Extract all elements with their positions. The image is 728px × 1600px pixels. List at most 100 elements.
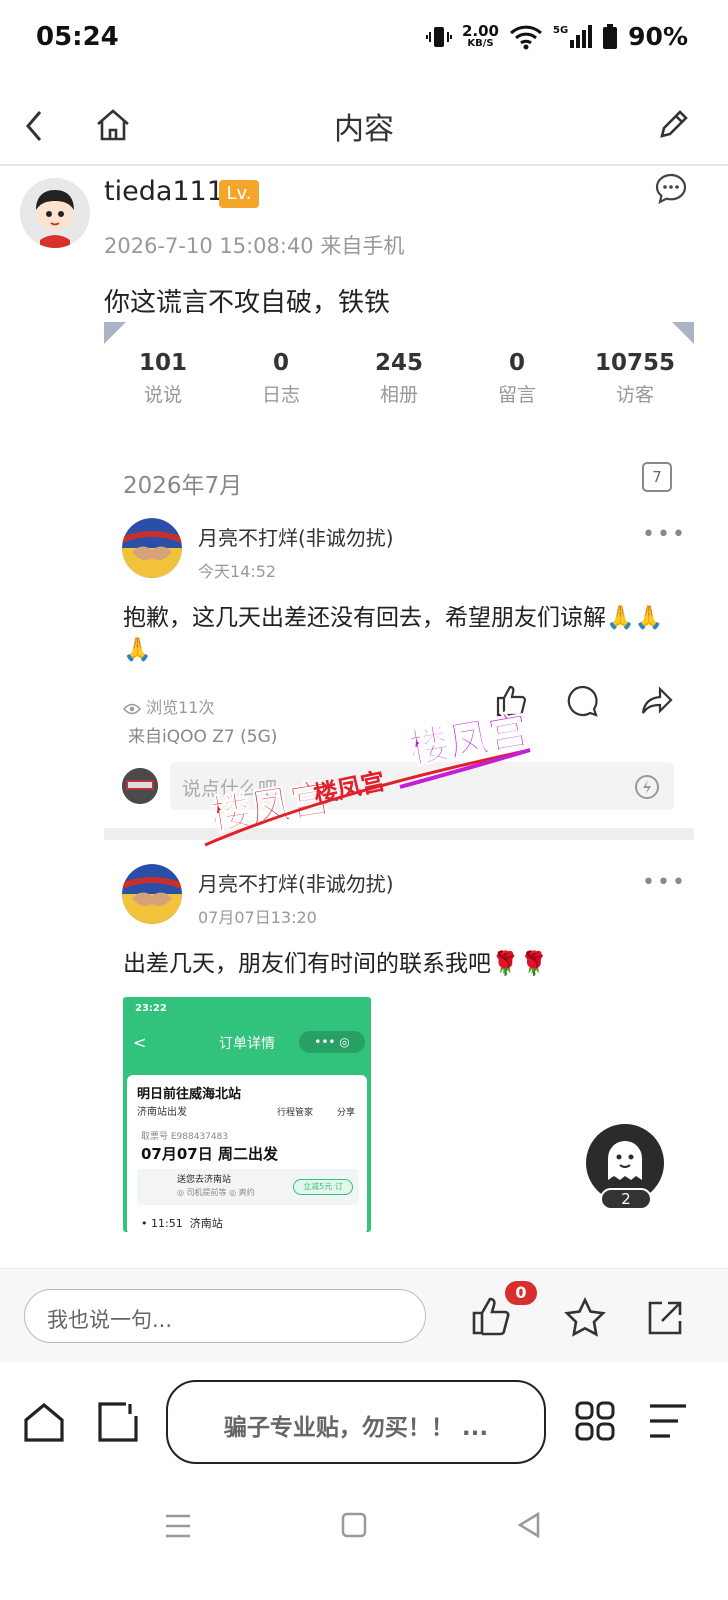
ticket-date: 07月07日 周二出发 [141, 1145, 278, 1163]
ticket-menu-capsule: ••• ◎ [299, 1031, 365, 1053]
level-badge: Lv. [219, 180, 259, 208]
reply-bar: 我也说一句... [0, 1268, 728, 1362]
feed-time: 今天14:52 [198, 562, 277, 581]
network-speed: 2.00 KB/S [462, 24, 499, 49]
chat-count-badge: 2 [600, 1188, 652, 1210]
stat-num: 245 [374, 350, 423, 376]
share-arrow-icon [641, 686, 673, 714]
page-url-title: 骗子专业贴，勿买！！ ... [223, 1415, 489, 1441]
tabs-icon[interactable] [96, 1400, 140, 1444]
ticket-station: 济南站 [189, 1217, 223, 1230]
flash-icon [635, 775, 659, 799]
ticket-body: 明日前往威海北站 济南站出发 行程管家 分享 取票号 E988437483 07… [127, 1075, 367, 1232]
post-meta: 2026-7-10 15:08:40 来自手机 [104, 234, 405, 258]
share-icon[interactable] [644, 1297, 686, 1339]
ticket-discount: 立减5元 订 [293, 1179, 353, 1195]
wifi-icon [509, 25, 543, 49]
page-title: 内容 [334, 112, 394, 147]
ticket-from: 济南站出发 [137, 1107, 187, 1118]
view-count: 浏览11次 [122, 694, 215, 718]
status-bar: 05:24 2.00 KB/S 5G 90% [0, 0, 728, 80]
ticket-order-text: 订 [334, 1182, 343, 1191]
post-text: 你这谎言不攻自破，铁铁 [104, 288, 391, 318]
menu-icon[interactable] [648, 1402, 688, 1440]
comment-bubble-icon [567, 685, 598, 717]
stat-label: 相册 [379, 384, 418, 406]
ticket-share: 分享 [337, 1108, 356, 1118]
stat-albums: 245 相册 [340, 350, 458, 410]
speed-value: 2.00 [461, 22, 499, 40]
calendar-icon: 7 [642, 462, 672, 492]
feed-author: 月亮不打烊(非诚勿扰) [198, 526, 394, 550]
stat-num: 0 [508, 350, 525, 376]
stat-num: 10755 [594, 350, 676, 376]
card-corner [104, 322, 126, 344]
eye-icon [122, 703, 142, 714]
ticket-screenshot: 23:22 < 订单详情 ••• ◎ 明日前往威海北站 济南站出发 行程管家 分… [123, 997, 371, 1232]
profile-stats: 101 说说 0 日志 245 相册 0 留言 10755 访客 [104, 350, 694, 410]
ticket-departure: • 11:51 济南站 [141, 1217, 223, 1230]
ticket-dep-time: 11:51 [151, 1217, 183, 1230]
ticket-back-icon: < [133, 1033, 147, 1052]
browser-home-icon[interactable] [22, 1400, 66, 1444]
reply-input[interactable]: 我也说一句... [24, 1289, 426, 1343]
feed-text: 出差几天，朋友们有时间的联系我吧🌹🌹 [123, 951, 549, 977]
stat-label: 访客 [615, 384, 654, 406]
like-icon[interactable] [470, 1295, 512, 1337]
feed-text: 抱歉，这几天出差还没有回去，希望朋友们谅解🙏🙏🙏 [123, 605, 664, 663]
card-corner [672, 322, 694, 344]
vibrate-icon [425, 26, 452, 47]
ticket-driver: ◎ 司机提前等 ◎ 爽约 [177, 1188, 255, 1197]
back-button-icon[interactable] [516, 1511, 542, 1539]
battery-icon [603, 23, 618, 49]
ticket-header: 订单详情 [219, 1036, 275, 1052]
viewer-avatar [122, 768, 158, 804]
stat-label: 留言 [497, 384, 536, 406]
more-icon: ••• [642, 522, 687, 547]
stat-visitors: 10755 访客 [576, 350, 694, 410]
stat-label: 说说 [143, 384, 182, 406]
ticket-manager: 行程管家 [277, 1108, 314, 1118]
stat-num: 0 [272, 350, 289, 376]
stat-label: 日志 [261, 384, 300, 406]
author-avatar[interactable] [20, 178, 90, 248]
network-type: 5G [552, 25, 569, 36]
author-username[interactable]: tieda111 [104, 176, 224, 207]
comment-icon[interactable] [654, 172, 688, 206]
ticket-discount-text: 立减5元 [303, 1182, 333, 1191]
stat-messages: 0 留言 [458, 350, 576, 410]
stat-logs: 0 日志 [222, 350, 340, 410]
feed-avatar [122, 518, 182, 578]
feed-author: 月亮不打烊(非诚勿扰) [198, 872, 394, 896]
reply-placeholder: 我也说一句... [47, 1308, 173, 1332]
like-count-badge: 0 [505, 1281, 537, 1305]
ticket-transfer: 送您去济南站 ◎ 司机提前等 ◎ 爽约 立减5元 订 [137, 1169, 359, 1205]
status-icons: 2.00 KB/S 5G 90% [425, 22, 688, 51]
speed-unit: KB/S [467, 38, 494, 49]
home-button-icon[interactable] [340, 1511, 368, 1539]
ticket-send: 送您去济南站 [177, 1175, 232, 1185]
feed-time: 07月07日13:20 [198, 908, 317, 927]
more-icon: ••• [642, 870, 687, 895]
system-nav-bar [0, 1487, 728, 1600]
apps-grid-icon[interactable] [574, 1400, 616, 1442]
browser-toolbar: 骗子专业贴，勿买！！ ... [0, 1362, 728, 1487]
edit-icon[interactable] [656, 106, 692, 142]
address-bar[interactable]: 骗子专业贴，勿买！！ ... [166, 1380, 546, 1464]
view-count-text: 浏览11次 [146, 698, 215, 717]
stat-posts: 101 说说 [104, 350, 222, 410]
watermark-stroke [204, 748, 531, 847]
feed-avatar [122, 864, 182, 924]
stat-num: 101 [138, 350, 187, 376]
battery-percent: 90% [628, 22, 688, 51]
ticket-trip: 明日前往威海北站 [137, 1087, 242, 1102]
month-heading: 2026年7月 [123, 473, 243, 499]
ticket-status-time: 23:22 [135, 1003, 167, 1014]
top-nav: 内容 [0, 90, 728, 166]
calendar-day: 7 [652, 468, 662, 486]
signal-icon: 5G [552, 25, 593, 48]
clock: 05:24 [36, 22, 119, 52]
ticket-number: 取票号 E988437483 [141, 1132, 229, 1142]
star-icon[interactable] [564, 1297, 606, 1339]
recents-icon[interactable] [164, 1513, 192, 1539]
